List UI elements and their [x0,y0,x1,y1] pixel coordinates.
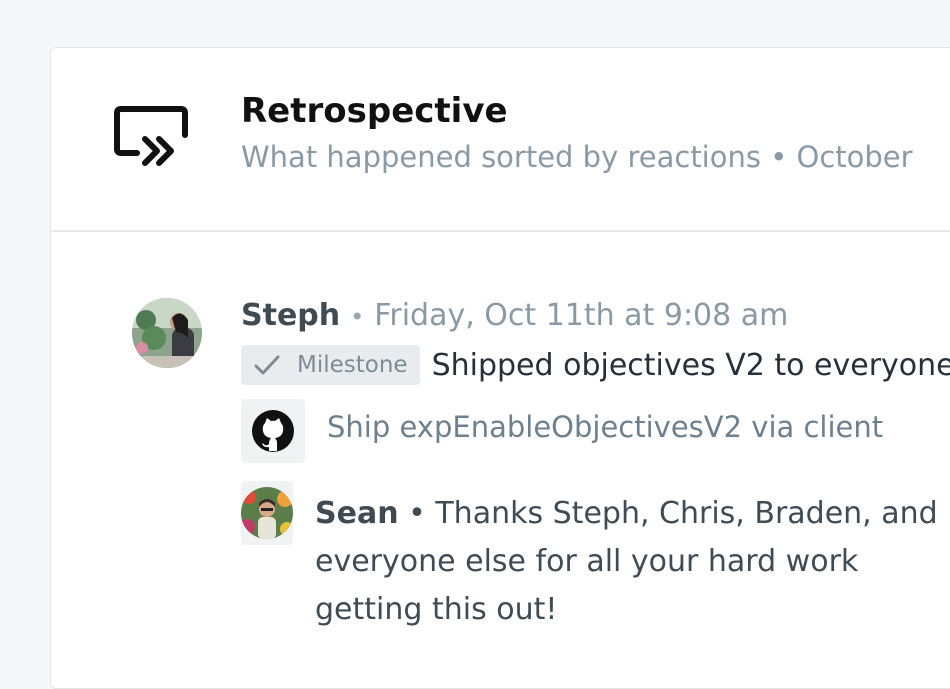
card-header: Retrospective What happened sorted by re… [51,48,950,232]
milestone-badge: Milestone [241,345,420,385]
retrospective-card: Retrospective What happened sorted by re… [50,47,950,689]
avatar-sean[interactable] [241,487,293,539]
avatar-steph[interactable] [132,298,202,368]
avatar-steph-image [132,298,202,368]
separator-dot: • [350,303,365,331]
check-icon [254,355,280,375]
avatar-sean-image [241,487,293,539]
github-link-icon-box[interactable] [241,399,305,463]
comment: Sean • Thanks Steph, Chris, Braden, and … [315,490,950,634]
screen-share-icon [114,106,188,166]
post-author-name[interactable]: Steph [241,298,340,333]
comment-separator: • [408,496,426,531]
github-icon [252,410,294,452]
post-text: Shipped objectives V2 to everyone [431,347,950,383]
milestone-label: Milestone [297,352,408,378]
comment-author[interactable]: Sean [315,496,399,531]
page-subtitle: What happened sorted by reactions • Octo… [241,140,913,174]
comment-avatar-box [241,481,293,545]
post-author-line: Steph • Friday, Oct 11th at 9:08 am [241,298,788,333]
page-title: Retrospective [241,91,508,131]
milestone-row: Milestone Shipped objectives V2 to every… [241,345,950,385]
github-link[interactable]: Ship expEnableObjectivesV2 via client [327,410,883,444]
post-timestamp[interactable]: Friday, Oct 11th at 9:08 am [374,298,788,333]
